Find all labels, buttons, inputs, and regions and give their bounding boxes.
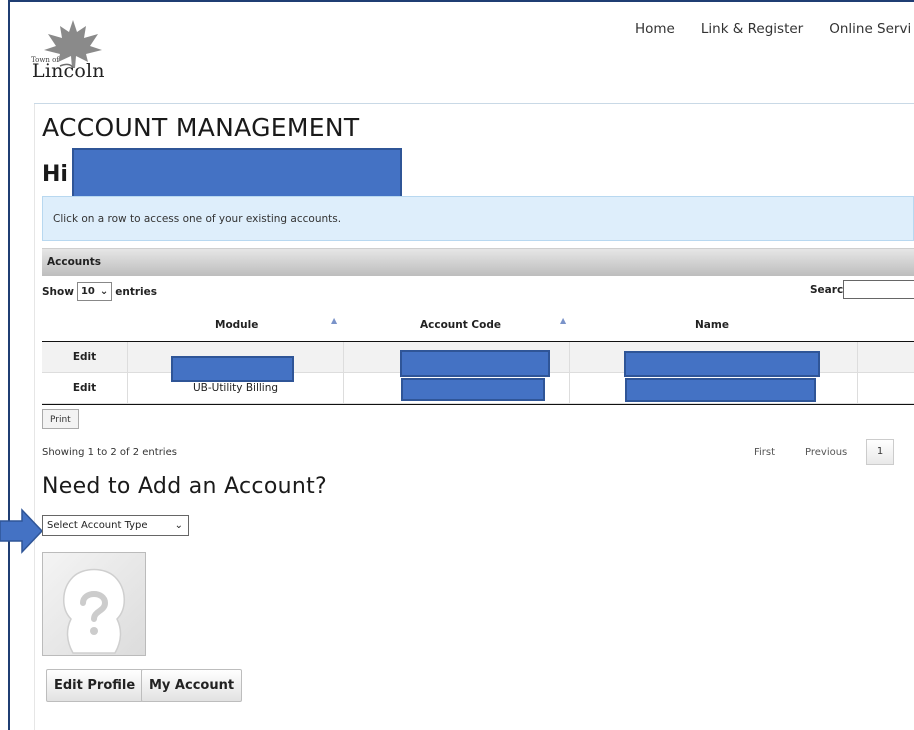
- redacted-name: [624, 351, 820, 377]
- nav-home[interactable]: Home: [635, 21, 675, 37]
- column-header-account-code[interactable]: Account Code: [420, 319, 501, 331]
- placeholder-avatar-icon: [63, 568, 125, 654]
- page-title: ACCOUNT MANAGEMENT: [42, 113, 360, 142]
- logo-lincoln: Lincoln: [32, 60, 105, 82]
- town-logo[interactable]: Town of Lincoln: [28, 18, 116, 82]
- accounts-section-header: Accounts: [42, 248, 914, 276]
- redacted-account-code: [400, 350, 550, 377]
- sort-asc-icon[interactable]: ▲: [331, 316, 337, 325]
- info-message: Click on a row to access one of your exi…: [42, 196, 914, 241]
- avatar: [42, 552, 146, 656]
- sort-asc-icon[interactable]: ▲: [560, 316, 566, 325]
- redacted-module: [171, 356, 294, 382]
- redacted-account-code: [401, 378, 545, 401]
- content-gutter: [34, 104, 35, 730]
- column-header-module[interactable]: Module: [215, 319, 258, 331]
- search-input[interactable]: [843, 280, 914, 299]
- extra-cell: [857, 342, 914, 372]
- header-divider: [34, 103, 914, 104]
- redacted-username: [72, 148, 402, 201]
- greeting: Hi: [42, 162, 68, 187]
- window-frame-left: [8, 0, 10, 730]
- table-bottom-rule: [42, 404, 914, 405]
- show-label: Show: [42, 285, 74, 298]
- chevron-down-icon: ⌄: [99, 285, 109, 297]
- my-account-button[interactable]: My Account: [141, 669, 243, 702]
- redacted-name: [625, 378, 816, 402]
- add-account-title: Need to Add an Account?: [42, 474, 327, 499]
- pager-previous[interactable]: Previous: [805, 447, 847, 458]
- edit-link[interactable]: Edit: [42, 342, 127, 372]
- account-type-select[interactable]: Select Account Type ⌄: [42, 515, 189, 536]
- column-header-name[interactable]: Name: [695, 319, 729, 331]
- edit-profile-button[interactable]: Edit Profile: [46, 669, 144, 702]
- top-nav: Home Link & Register Online Servi: [635, 21, 914, 37]
- nav-link-register[interactable]: Link & Register: [701, 21, 803, 37]
- pager-first[interactable]: First: [754, 447, 775, 458]
- entries-select-value: 10: [80, 285, 95, 297]
- entries-label: entries: [115, 285, 158, 298]
- chevron-down-icon: ⌄: [174, 520, 183, 531]
- extra-cell: [857, 373, 914, 403]
- account-type-select-value: Select Account Type: [47, 520, 148, 531]
- window-frame-top: [8, 0, 914, 2]
- print-button[interactable]: Print: [42, 409, 79, 429]
- edit-link[interactable]: Edit: [42, 373, 127, 403]
- entries-select[interactable]: 10 ⌄: [76, 282, 113, 301]
- pager-page-1[interactable]: 1: [866, 439, 894, 465]
- entries-length-control: Show 10 ⌄ entries: [42, 282, 157, 301]
- arrow-right-icon: [0, 508, 44, 554]
- entries-info: Showing 1 to 2 of 2 entries: [42, 447, 177, 458]
- nav-online-services[interactable]: Online Servi: [829, 21, 911, 37]
